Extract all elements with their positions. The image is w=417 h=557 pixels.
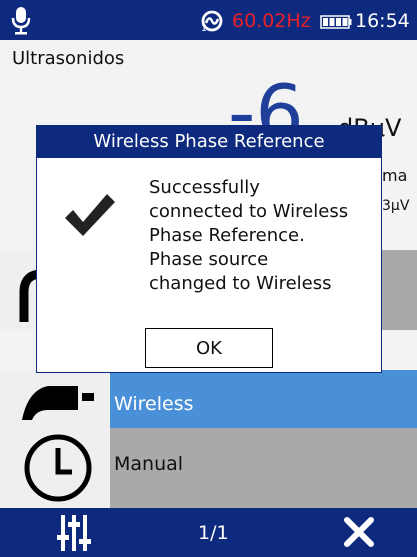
ok-button[interactable]: OK (145, 328, 273, 368)
dialog-title: Wireless Phase Reference (37, 126, 381, 158)
clock-icon (24, 434, 92, 502)
frequency-readout: 60.02Hz (232, 10, 311, 32)
page-indicator: 1/1 (198, 522, 229, 544)
dialog-message: Successfully connected to Wireless Phase… (149, 177, 349, 294)
option-label-wireless: Wireless (114, 393, 194, 415)
secondary-label: ma (382, 166, 408, 185)
wireless-phase-dialog: Wireless Phase Reference Successfully co… (36, 125, 382, 373)
secondary-value: 3μV (382, 198, 410, 214)
option-label-manual: Manual (114, 453, 184, 475)
phase-index: 1 (201, 24, 207, 34)
battery-icon (320, 15, 352, 29)
wireless-plug-icon (22, 386, 94, 420)
mode-label: Ultrasonidos (12, 48, 125, 69)
clock-time: 16:54 (355, 10, 410, 32)
sliders-icon[interactable] (56, 513, 92, 553)
close-icon[interactable] (344, 517, 374, 547)
status-bar: 1 60.02Hz 16:54 (0, 0, 417, 40)
microphone-icon (11, 7, 31, 35)
checkmark-icon (65, 194, 115, 236)
